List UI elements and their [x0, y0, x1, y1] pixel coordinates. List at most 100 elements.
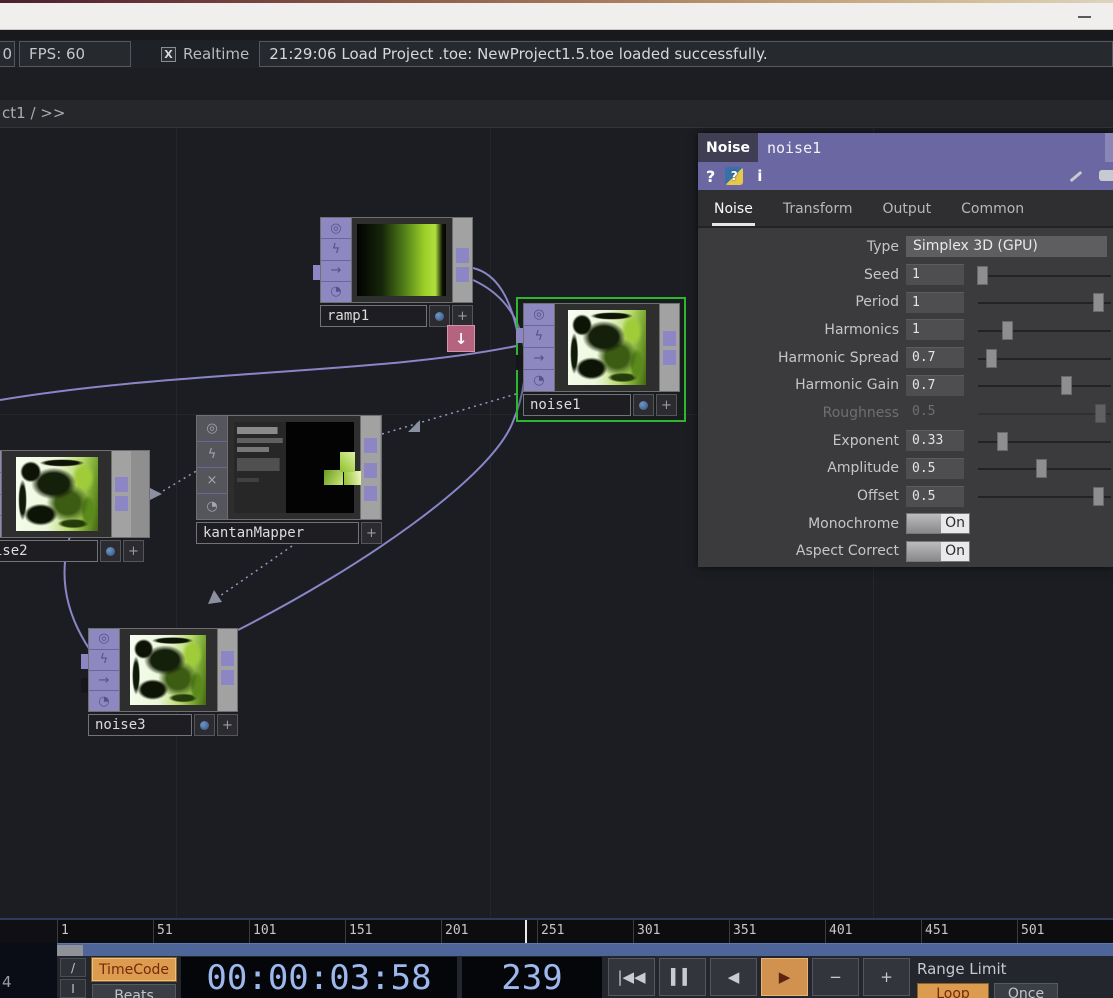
node-viewer-toggle[interactable]	[633, 394, 654, 416]
node-name-field[interactable]: ramp1	[320, 305, 427, 327]
frame-display[interactable]: 239	[462, 957, 602, 998]
ruler-tick[interactable]: 301	[633, 920, 729, 943]
slider-handle[interactable]	[997, 432, 1008, 451]
minimize-icon[interactable]	[1078, 16, 1091, 18]
export-arrow-icon[interactable]: →	[524, 348, 554, 369]
realtime-checkbox[interactable]: X	[161, 47, 176, 62]
viewer-icon[interactable]: ◎	[197, 416, 227, 441]
play-reverse-button[interactable]: ◀	[710, 958, 757, 996]
node-plus-button[interactable]: +	[217, 714, 238, 736]
export-arrow-icon[interactable]: →	[89, 671, 119, 691]
node-viewer-toggle[interactable]	[100, 540, 121, 562]
param-label[interactable]: Harmonics	[698, 322, 906, 338]
param-slider[interactable]	[978, 468, 1111, 470]
param-slider[interactable]	[978, 330, 1111, 332]
tab-transform[interactable]: Transform	[781, 201, 855, 226]
beats-mode-button[interactable]: Beats	[92, 984, 176, 998]
input-connector[interactable]	[516, 355, 523, 370]
node-plus-button[interactable]: +	[123, 540, 144, 562]
param-label[interactable]: Roughness	[698, 405, 906, 421]
output-connector[interactable]	[115, 496, 128, 511]
lock-icon[interactable]: ◔	[89, 691, 119, 711]
flag-icon[interactable]: ϟ	[524, 326, 554, 347]
drop-arrow-button[interactable]: ↓	[447, 325, 475, 352]
node-viewer-toggle[interactable]	[194, 714, 215, 736]
node-plus-button[interactable]: +	[656, 394, 677, 416]
lock-icon[interactable]: ◔	[197, 494, 227, 519]
slider-handle[interactable]	[1036, 459, 1047, 478]
viewer-icon[interactable]: ◎	[321, 218, 351, 238]
ruler-tick[interactable]: 151	[345, 920, 441, 943]
help-icon[interactable]: ?	[706, 167, 715, 186]
param-value-field[interactable]: 0.7	[906, 347, 964, 368]
realtime-toggle[interactable]: X Realtime	[161, 45, 249, 63]
ruler-tick[interactable]: 251	[537, 920, 633, 943]
lock-icon[interactable]: ◔	[524, 370, 554, 391]
param-slider[interactable]	[978, 413, 1111, 415]
slider-handle[interactable]	[1093, 487, 1104, 506]
param-toggle[interactable]: On	[906, 541, 970, 562]
edit-icon[interactable]	[1070, 171, 1083, 182]
ruler-tick[interactable]: 1	[57, 920, 153, 943]
slider-handle[interactable]	[977, 266, 988, 285]
viewer-icon[interactable]: ◎	[89, 629, 119, 649]
param-value-field[interactable]: 0.5	[906, 458, 964, 479]
param-label[interactable]: Exponent	[698, 433, 906, 449]
param-value-field[interactable]: 1	[906, 292, 964, 313]
comment-icon[interactable]	[1099, 170, 1113, 181]
lock-icon[interactable]: ◔	[321, 282, 351, 302]
timeline-range-bar[interactable]	[57, 943, 1113, 956]
param-slider[interactable]	[978, 358, 1111, 360]
pause-button[interactable]: ▍▍	[659, 958, 706, 996]
input-connector[interactable]	[81, 654, 88, 669]
param-value-field[interactable]: 0.33	[906, 430, 964, 451]
input-connector[interactable]	[516, 328, 523, 343]
param-value-field[interactable]: 0.7	[906, 375, 964, 396]
slash-button[interactable]: /	[60, 958, 86, 977]
param-label[interactable]: Period	[698, 294, 906, 310]
param-label[interactable]: Amplitude	[698, 460, 906, 476]
info-icon[interactable]: i	[757, 167, 762, 185]
output-connector[interactable]	[364, 486, 377, 501]
tab-noise[interactable]: Noise	[712, 201, 755, 226]
output-connector[interactable]	[456, 248, 469, 263]
play-forward-button[interactable]: ▶	[761, 958, 808, 996]
node-name-field[interactable]: noise2	[0, 540, 98, 562]
playhead[interactable]	[525, 920, 527, 943]
ruler-tick[interactable]: 451	[921, 920, 1017, 943]
param-value-field[interactable]: 1	[906, 319, 964, 340]
once-button[interactable]: Once	[994, 983, 1058, 998]
input-connector[interactable]	[81, 678, 88, 693]
ruler-tick[interactable]: 51	[153, 920, 249, 943]
node-viewer-toggle[interactable]	[429, 305, 450, 327]
param-toggle[interactable]: On	[906, 513, 970, 534]
slider-handle[interactable]	[1095, 404, 1106, 423]
param-value-field[interactable]: 0.5	[906, 402, 964, 423]
loop-button[interactable]: Loop	[917, 983, 989, 998]
slider-handle[interactable]	[1061, 376, 1072, 395]
node-plus-button[interactable]: +	[452, 305, 473, 327]
node-plus-button[interactable]: +	[361, 522, 382, 544]
param-label[interactable]: Monochrome	[698, 516, 906, 532]
output-connector[interactable]	[221, 651, 234, 666]
param-slider[interactable]	[978, 441, 1111, 443]
flag-icon[interactable]: ϟ	[197, 442, 227, 467]
param-slider[interactable]	[978, 385, 1111, 387]
decrement-frame-button[interactable]: −	[812, 958, 859, 996]
node-noise3[interactable]: ◎ϟ→◔ noise3 +	[88, 628, 238, 736]
output-connector[interactable]	[115, 477, 128, 492]
ruler-tick[interactable]: 201	[441, 920, 537, 943]
param-value-field[interactable]: 0.5	[906, 486, 964, 507]
output-connector[interactable]	[663, 331, 676, 346]
close-icon[interactable]: ×	[197, 468, 227, 493]
operator-name-field[interactable]: noise1	[758, 133, 1105, 162]
timecode-mode-button[interactable]: TimeCode	[92, 958, 176, 981]
ruler-tick[interactable]: 351	[729, 920, 825, 943]
flag-icon[interactable]: ϟ	[89, 650, 119, 670]
param-label[interactable]: Type	[698, 239, 906, 255]
node-name-field[interactable]: kantanMapper	[196, 522, 359, 544]
tab-common[interactable]: Common	[959, 201, 1026, 226]
ruler-tick[interactable]: 401	[825, 920, 921, 943]
output-connector[interactable]	[221, 670, 234, 685]
param-slider[interactable]	[978, 275, 1111, 277]
